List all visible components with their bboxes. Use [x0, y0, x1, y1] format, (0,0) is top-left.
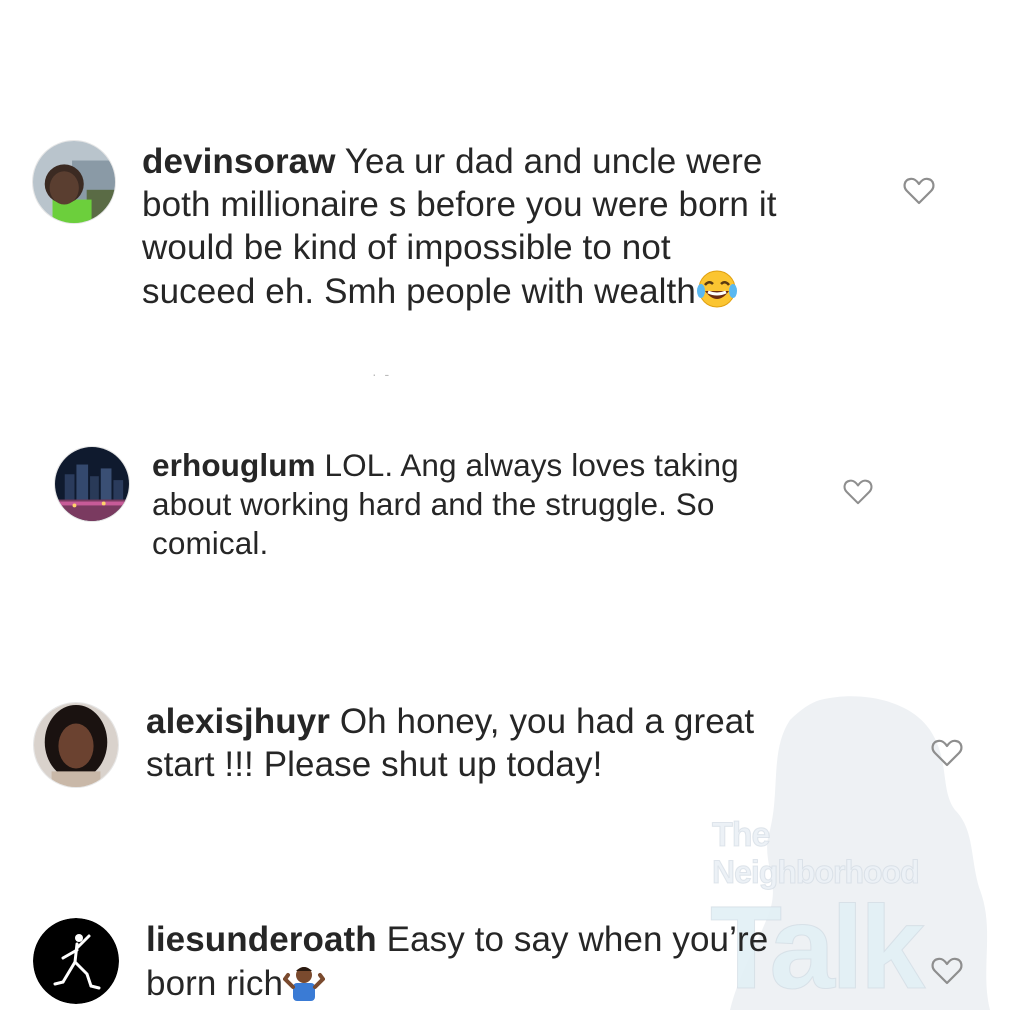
- comment-line: both millionaire s before you were born …: [142, 185, 777, 224]
- avatar[interactable]: [54, 446, 130, 522]
- comment-line: comical.: [152, 525, 269, 561]
- avatar[interactable]: [32, 140, 116, 224]
- comment-line: would be kind of impossible to not: [142, 228, 671, 267]
- watermark-text-neighborhood: Neighborhood: [712, 854, 921, 891]
- comment-line: suceed eh. Smh people with wealth: [142, 272, 696, 311]
- separator-dots: · -: [372, 366, 390, 382]
- comment-body: devinsoraw Yea ur dad and uncle were bot…: [142, 140, 862, 313]
- comment-body: erhouglum LOL. Ang always loves taking a…: [152, 446, 842, 563]
- heart-outline-icon[interactable]: [931, 956, 963, 986]
- comment-line: start !!! Please shut up today!: [146, 745, 603, 784]
- face-with-tears-of-joy-icon: [696, 269, 738, 309]
- city-skyline-avatar: [55, 447, 129, 521]
- watermark-text-the: The: [711, 816, 770, 855]
- comment-username[interactable]: liesunderoath: [146, 920, 377, 959]
- jumpman-logo-avatar: [33, 918, 119, 1004]
- comments-screen: The Neighborhood Talk devinsoraw Yea ur …: [0, 0, 1024, 1024]
- comment-body: alexisjhuyr Oh honey, you had a great st…: [146, 700, 866, 786]
- avatar[interactable]: [33, 702, 119, 788]
- woman-portrait-avatar: [34, 703, 118, 787]
- person-photo-avatar: [33, 141, 115, 223]
- comment-username[interactable]: alexisjhuyr: [146, 702, 330, 741]
- person-shrugging-icon: [283, 961, 326, 1001]
- comment-line: Yea ur dad and uncle were: [344, 142, 763, 181]
- comment-username[interactable]: devinsoraw: [142, 142, 336, 181]
- comment-line: about working hard and the struggle. So: [152, 486, 715, 522]
- heart-outline-icon[interactable]: [903, 176, 935, 206]
- comment-body: liesunderoath Easy to say when you’re bo…: [146, 918, 866, 1005]
- comment-line: born rich: [146, 964, 284, 1003]
- avatar[interactable]: [33, 918, 119, 1004]
- comment-line: Oh honey, you had a great: [339, 702, 755, 741]
- heart-outline-icon[interactable]: [931, 738, 963, 768]
- comment-line: LOL. Ang always loves taking: [324, 447, 739, 483]
- comment-username[interactable]: erhouglum: [152, 447, 316, 483]
- comment-line: Easy to say when you’re: [386, 920, 769, 959]
- heart-outline-icon[interactable]: [843, 478, 873, 506]
